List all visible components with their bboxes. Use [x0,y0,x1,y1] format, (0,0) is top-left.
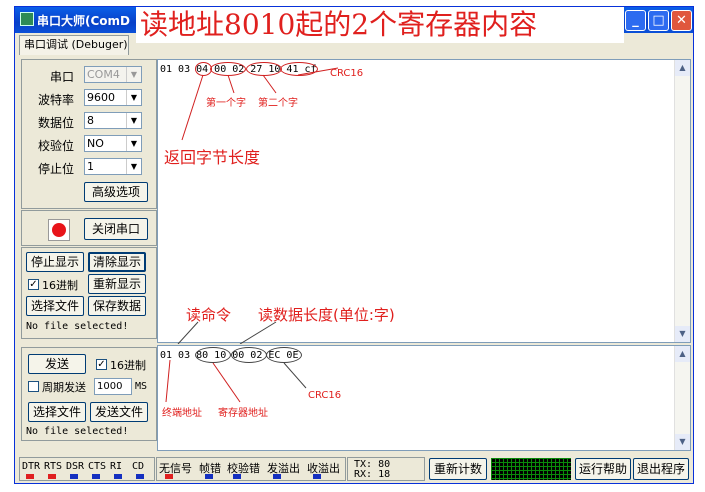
maximize-button[interactable]: □ [648,10,669,31]
databits-select[interactable]: 8 ▼ [84,112,142,129]
error-flag-label: 校验错 [227,462,260,475]
parity-label: 校验位 [38,139,75,153]
periodic-send-checkbox[interactable] [28,381,39,392]
error-flag-indicator [233,474,241,479]
signal-label-rts: RTS [44,461,63,472]
rx-counter: RX: 18 [354,469,391,480]
check-icon: ✓ [97,359,106,370]
send-controls-panel: 发送 ✓ 16进制 周期发送 1000 MS 选择文件 发送文件 No file… [21,347,157,441]
close-button[interactable]: ✕ [671,10,692,31]
help-button[interactable]: 运行帮助 [575,458,631,480]
receive-text-area[interactable]: 01 03 04 00 02 27 10 41 cf CRC16 第一个字 第二… [157,59,691,344]
maximize-icon: □ [652,13,665,28]
receive-controls-panel: 停止显示 清除显示 ✓ 16进制 重新显示 选择文件 保存数据 No file … [21,247,157,339]
redisplay-button[interactable]: 重新显示 [88,274,146,294]
minimize-button[interactable]: _ [625,10,646,31]
annotation-lines [165,359,307,403]
scroll-up-icon[interactable]: ▲ [675,346,690,362]
chevron-down-icon: ▼ [126,67,141,82]
signal-label-ri: RI [110,461,123,472]
error-flag-indicator [205,474,213,479]
app-window: 串口大师(ComD _ □ ✕ 读地址8010起的2个寄存器内容 串口调试 (D… [14,6,694,484]
signal-indicator [70,474,78,479]
port-status-led [48,219,70,241]
scroll-up-icon[interactable]: ▲ [675,60,690,76]
serial-port-panel: 关闭串口 [21,210,157,246]
counter-box: TX: 80 RX: 18 [347,457,425,481]
close-port-button[interactable]: 关闭串口 [84,218,148,240]
error-flag-indicator [313,474,321,479]
annotation-lines [177,67,339,344]
signal-indicator [114,474,122,479]
send-button[interactable]: 发送 [28,354,86,374]
signal-label-cd: CD [132,461,145,472]
stopbits-label: 停止位 [38,162,75,176]
send-file-button[interactable]: 发送文件 [90,402,148,422]
signal-label-dsr: DSR [66,461,85,472]
signal-indicator [48,474,56,479]
send-scrollbar[interactable]: ▲ ▼ [674,346,690,450]
exit-button[interactable]: 退出程序 [633,458,689,480]
port-select[interactable]: COM4 ▼ [84,66,142,83]
minimize-icon: _ [632,13,639,28]
signal-indicator [92,474,100,479]
signal-label-cts: CTS [88,461,107,472]
error-flag-indicator [165,474,173,479]
periodic-send-label: 周期发送 [42,381,86,394]
close-icon: ✕ [676,13,687,28]
clear-display-button[interactable]: 清除显示 [88,252,146,272]
send-file-status: No file selected! [26,426,129,437]
send-text-area[interactable]: 01 03 80 10 00 02 EC 0E 终端地址 寄存器地址 CRC16… [157,345,691,451]
tab-debugger[interactable]: 串口调试 (Debuger) [19,35,129,55]
recount-button[interactable]: 重新计数 [429,458,487,480]
receive-hex-label: 16进制 [42,279,78,292]
chevron-down-icon: ▼ [126,136,141,151]
receive-select-file-button[interactable]: 选择文件 [26,296,84,316]
chevron-down-icon: ▼ [126,90,141,105]
register-address-annotation: 寄存器地址 [218,408,268,419]
period-unit: MS [135,381,148,392]
parity-select[interactable]: NO ▼ [84,135,142,152]
baud-select[interactable]: 9600 ▼ [84,89,142,106]
scroll-down-icon[interactable]: ▼ [675,434,690,450]
send-select-file-button[interactable]: 选择文件 [28,402,86,422]
receive-scrollbar[interactable]: ▲ ▼ [674,60,690,342]
activity-monitor [491,458,571,480]
check-icon: ✓ [29,279,38,290]
record-icon [52,223,66,237]
error-flags-box: 无信号 帧错 校验错 发溢出 收溢出 [156,457,346,481]
signal-label-dtr: DTR [22,461,41,472]
receive-hex-checkbox[interactable]: ✓ [28,279,39,290]
settings-panel: 串口 COM4 ▼ 波特率 9600 ▼ 数据位 8 ▼ 校验位 NO ▼ 停止… [21,59,157,209]
error-flag-label: 收溢出 [307,462,340,475]
send-hex-label: 16进制 [110,359,146,372]
stop-display-button[interactable]: 停止显示 [26,252,84,272]
databits-label: 数据位 [38,116,75,130]
stopbits-select[interactable]: 1 ▼ [84,158,142,175]
port-label: 串口 [50,70,75,84]
baud-label: 波特率 [38,93,75,107]
chevron-down-icon: ▼ [126,113,141,128]
error-flag-indicator [273,474,281,479]
signal-lines: DTR RTS DSR CTS RI CD [22,460,154,480]
signal-lines-box: DTR RTS DSR CTS RI CD [19,457,155,481]
period-input[interactable]: 1000 [94,378,132,395]
chevron-down-icon: ▼ [126,159,141,174]
overlay-heading: 读地址8010起的2个寄存器内容 [136,7,624,43]
scroll-down-icon[interactable]: ▼ [675,326,690,342]
app-icon [20,12,34,26]
signal-indicator [136,474,144,479]
error-flag-label: 发溢出 [267,462,300,475]
error-flag-label: 无信号 [159,462,192,475]
error-flags: 无信号 帧错 校验错 发溢出 收溢出 [159,460,345,480]
advanced-options-button[interactable]: 高级选项 [84,182,148,202]
signal-indicator [26,474,34,479]
terminal-address-annotation: 终端地址 [162,408,202,419]
window-title: 串口大师(ComD [37,14,131,28]
save-data-button[interactable]: 保存数据 [88,296,146,316]
crc16-send-annotation: CRC16 [308,390,342,401]
send-hex-checkbox[interactable]: ✓ [96,359,107,370]
receive-file-status: No file selected! [26,321,129,332]
status-bar: DTR RTS DSR CTS RI CD 无信号 帧错 校验错 发溢出 收溢出 TX: 80 R… [15,455,693,483]
